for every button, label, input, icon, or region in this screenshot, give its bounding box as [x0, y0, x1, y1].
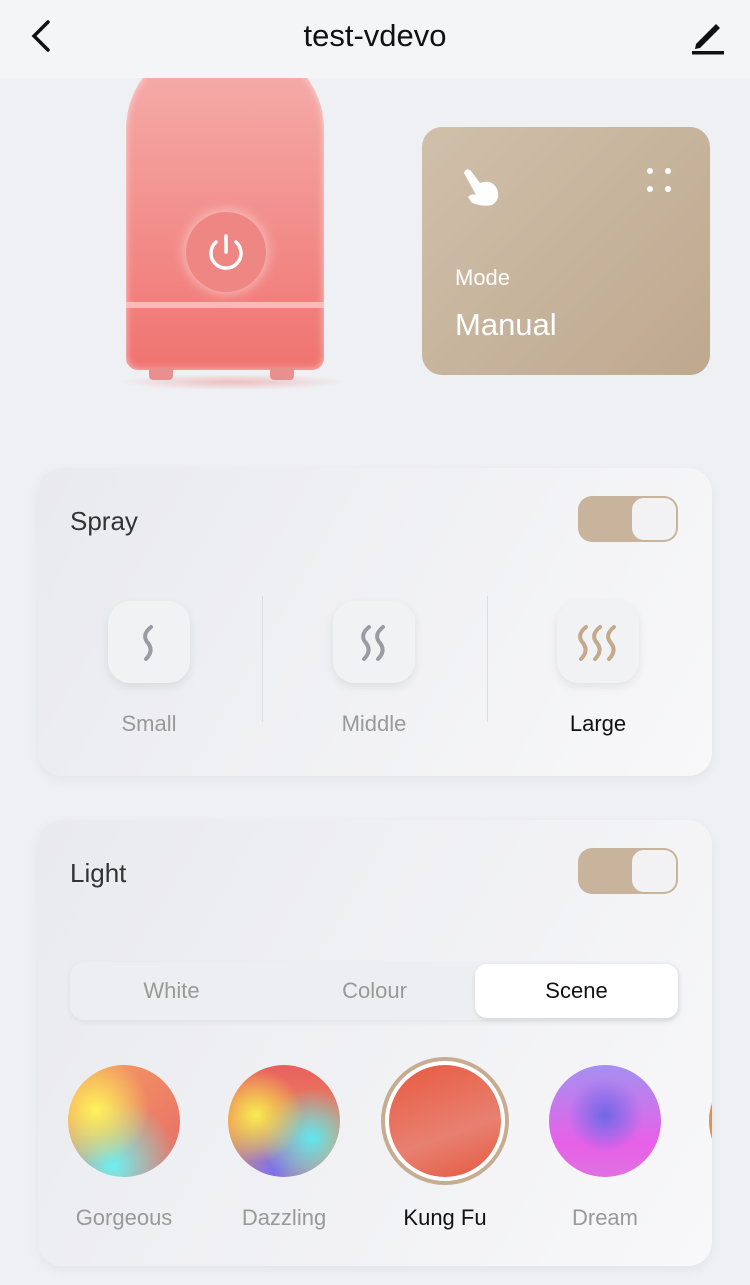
scene-label: Dream: [571, 1205, 638, 1230]
spray-card: Spray Small Middle Large: [38, 468, 712, 776]
mist-large-icon: [578, 625, 616, 661]
device-image: [126, 40, 324, 370]
device-foot: [149, 368, 173, 380]
scene-label: Gorgeous: [75, 1205, 173, 1230]
spray-option-label: Middle: [341, 711, 407, 736]
tab-colour[interactable]: Colour: [273, 962, 476, 1020]
mode-label: Mode: [455, 265, 511, 290]
scene-dream[interactable]: Dream: [540, 1065, 670, 1231]
spray-option-label: Large: [569, 711, 627, 736]
device-foot: [270, 368, 294, 380]
grid-dots-icon[interactable]: [646, 167, 672, 193]
spray-title: Spray: [70, 506, 138, 536]
scene-label: S: [700, 1205, 712, 1231]
toggle-knob: [632, 850, 676, 892]
scene-dazzling[interactable]: Dazzling: [219, 1065, 349, 1231]
light-card: Light White Colour Scene Gorgeous Dazzli…: [38, 820, 712, 1266]
scene-label: Kung Fu: [403, 1205, 487, 1230]
pencil-icon[interactable]: [690, 16, 726, 56]
divider: [262, 596, 263, 722]
mode-value: Manual: [455, 307, 557, 342]
page-title: test-vdevo: [303, 18, 447, 53]
scene-kung-fu[interactable]: Kung Fu: [380, 1057, 510, 1231]
light-title: Light: [70, 858, 127, 888]
spray-option-large[interactable]: Large: [523, 601, 673, 737]
power-icon: [209, 234, 243, 270]
mist-small-icon: [143, 625, 153, 661]
divider: [487, 596, 488, 722]
tab-white[interactable]: White: [70, 962, 273, 1020]
toggle-knob: [632, 498, 676, 540]
scene-gorgeous[interactable]: Gorgeous: [59, 1065, 189, 1231]
light-tabs: White Colour Scene: [70, 962, 680, 1020]
mode-card[interactable]: Mode Manual: [422, 127, 710, 375]
light-toggle[interactable]: [578, 848, 678, 894]
device-band: [126, 302, 324, 308]
scene-label: Dazzling: [241, 1205, 327, 1230]
tab-scene[interactable]: Scene: [475, 964, 678, 1018]
power-button[interactable]: [186, 212, 266, 292]
spray-option-label: Small: [121, 711, 177, 736]
scene-fifth[interactable]: S: [700, 1065, 712, 1231]
spray-option-small[interactable]: Small: [74, 601, 224, 737]
spray-option-middle[interactable]: Middle: [299, 601, 449, 737]
spray-toggle[interactable]: [578, 496, 678, 542]
header: test-vdevo: [0, 0, 750, 78]
mist-middle-icon: [361, 625, 385, 661]
hand-pointer-icon: [464, 169, 499, 206]
